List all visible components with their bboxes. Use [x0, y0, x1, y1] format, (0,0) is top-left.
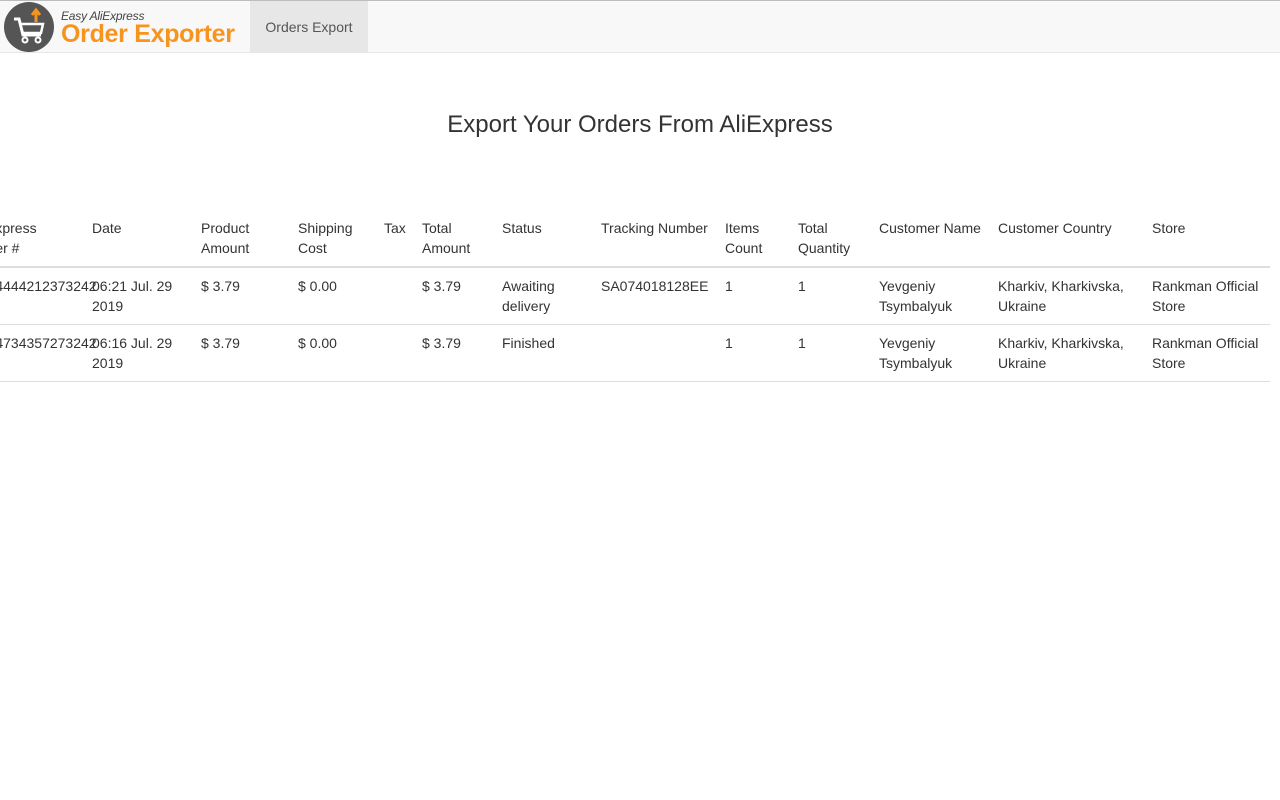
table-cell: Yevgeniy Tsymbalyuk	[871, 267, 990, 325]
table-cell: Rankman Official Store	[1144, 267, 1270, 325]
table-cell: 1004734357273242	[0, 324, 97, 382]
navbar: Easy AliExpress Order Exporter Orders Ex…	[0, 0, 1280, 53]
column-header: Items Count	[717, 210, 790, 268]
column-header: Tax	[376, 210, 414, 268]
cart-export-icon	[4, 2, 54, 52]
table-cell: Kharkiv, Kharkivska, Ukraine	[990, 267, 1144, 325]
column-header: Total Quantity	[790, 210, 871, 268]
table-cell: 1	[717, 324, 790, 382]
table-cell: $ 0.00	[290, 324, 376, 382]
table-cell: 1	[790, 324, 871, 382]
table-cell: 1004444212373242	[0, 267, 97, 325]
column-header: Total Amount	[414, 210, 494, 268]
table-cell: $ 3.79	[414, 324, 494, 382]
column-header: Date	[84, 210, 193, 268]
column-header: Aliexpress Order #	[0, 210, 84, 268]
table-header-row: Aliexpress Order #DateProduct AmountShip…	[0, 210, 1270, 268]
column-header: Store	[1144, 210, 1270, 268]
table-cell: Awaiting delivery	[494, 267, 593, 325]
table-cell	[376, 267, 414, 325]
table-cell: Yevgeniy Tsymbalyuk	[871, 324, 990, 382]
table-cell: $ 3.79	[414, 267, 494, 325]
table-cell: 1	[717, 267, 790, 325]
page-title: Export Your Orders From AliExpress	[447, 111, 833, 138]
brand-title: Order Exporter	[61, 19, 235, 48]
table-row: 100444421237324206:21 Jul. 29 2019$ 3.79…	[0, 267, 1270, 325]
table-cell: Finished	[494, 324, 593, 382]
brand-logo[interactable]: Easy AliExpress Order Exporter	[4, 2, 235, 52]
table-cell: $ 3.79	[193, 324, 290, 382]
column-header: Customer Country	[990, 210, 1144, 268]
column-header: Status	[494, 210, 593, 268]
table-cell: $ 0.00	[290, 267, 376, 325]
table-cell: Kharkiv, Kharkivska, Ukraine	[990, 324, 1144, 382]
table-cell: Rankman Official Store	[1144, 324, 1270, 382]
table-cell: 06:16 Jul. 29 2019	[84, 324, 193, 382]
tab-orders-export[interactable]: Orders Export	[250, 1, 368, 52]
column-header: Tracking Number	[593, 210, 717, 268]
table-cell: 06:21 Jul. 29 2019	[84, 267, 193, 325]
table-row: 100473435727324206:16 Jul. 29 2019$ 3.79…	[0, 324, 1270, 382]
table-cell: SA074018128EE	[593, 267, 717, 325]
table-cell	[593, 324, 717, 382]
orders-table-container[interactable]: Aliexpress Order #DateProduct AmountShip…	[0, 210, 1280, 382]
orders-table: Aliexpress Order #DateProduct AmountShip…	[0, 210, 1270, 382]
table-cell: $ 3.79	[193, 267, 290, 325]
column-header: Product Amount	[193, 210, 290, 268]
column-header: Customer Name	[871, 210, 990, 268]
table-cell	[376, 324, 414, 382]
column-header: Shipping Cost	[290, 210, 376, 268]
table-cell: 1	[790, 267, 871, 325]
